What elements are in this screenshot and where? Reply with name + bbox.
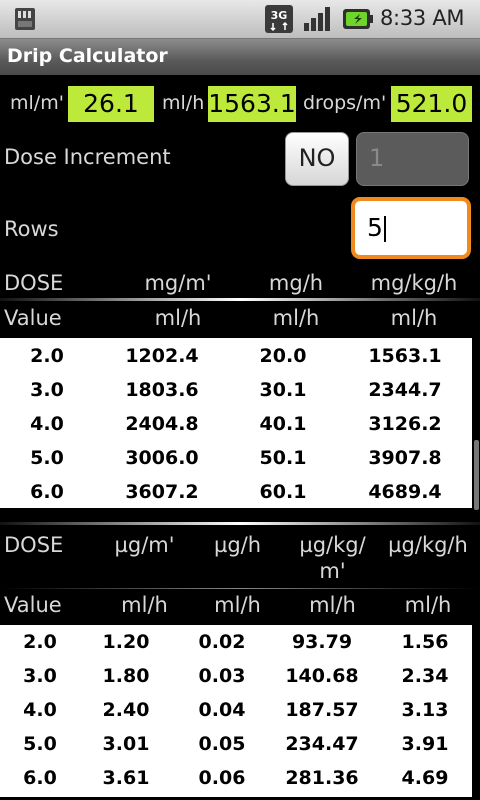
mg-subheader-value: Value <box>4 306 62 330</box>
table-cell: 1202.4 <box>125 345 199 367</box>
table-cell: 3.0 <box>23 665 57 687</box>
table-cell: 1563.1 <box>368 345 442 367</box>
table-cell: 5.0 <box>23 733 57 755</box>
mg-header-mg-per-min: mg/m' <box>144 271 212 295</box>
table-cell: 2.0 <box>30 345 64 367</box>
table-cell: 2344.7 <box>368 379 442 401</box>
table-cell: 3.61 <box>102 767 150 789</box>
table-cell: 4689.4 <box>368 481 442 503</box>
ml-per-min-value: 26.1 <box>68 86 154 122</box>
drops-per-min-value: 521.0 <box>391 86 472 122</box>
mg-header-mg-per-kg-hour: mg/kg/h <box>370 271 458 295</box>
table-cell: 40.1 <box>259 413 307 435</box>
status-time: 8:33 AM <box>380 6 465 30</box>
scrollbar[interactable] <box>474 440 479 510</box>
table-cell: 3.13 <box>401 699 449 721</box>
ug-table: 2.0 1.20 0.02 93.79 1.56 3.0 1.80 0.03 140.68 2.3… <box>0 625 472 797</box>
dose-increment-input[interactable]: 1 <box>356 132 469 186</box>
table-cell: 0.02 <box>198 631 246 653</box>
table-cell: 5.0 <box>30 447 64 469</box>
table-cell: 4.69 <box>401 767 449 789</box>
3g-icon: 3G <box>265 5 293 33</box>
mg-subheader-unit: ml/h <box>154 306 202 330</box>
table-cell: 2.34 <box>401 665 449 687</box>
table-cell: 187.57 <box>285 699 359 721</box>
table-cell: 3.91 <box>401 733 449 755</box>
table-cell: 3607.2 <box>125 481 199 503</box>
table-cell: 30.1 <box>259 379 307 401</box>
table-cell: 6.0 <box>30 481 64 503</box>
ml-per-min-label: ml/m' <box>10 92 64 114</box>
ug-header-dose: DOSE <box>4 533 64 557</box>
divider <box>0 298 480 301</box>
mg-header-dose: DOSE <box>4 271 64 295</box>
table-cell: 4.0 <box>23 699 57 721</box>
table-cell: 93.79 <box>291 631 353 653</box>
rows-input-value: 5 <box>367 213 383 242</box>
sd-card-icon <box>15 8 35 30</box>
mg-table: 2.0 1202.4 20.0 1563.1 3.0 1803.6 30.1 2344.7 4.… <box>0 338 472 508</box>
table-cell: 50.1 <box>259 447 307 469</box>
table-cell: 281.36 <box>285 767 359 789</box>
table-cell: 3126.2 <box>368 413 442 435</box>
ug-subheader-value: Value <box>4 593 62 617</box>
ug-header-ug-per-hour: µg/h <box>213 533 262 557</box>
table-cell: 2.0 <box>23 631 57 653</box>
table-cell: 0.04 <box>198 699 246 721</box>
dose-increment-label: Dose Increment <box>4 145 171 169</box>
mg-subheader-unit: ml/h <box>390 306 438 330</box>
table-cell: 3006.0 <box>125 447 199 469</box>
battery-charging-icon <box>343 9 373 29</box>
table-cell: 6.0 <box>23 767 57 789</box>
table-cell: 140.68 <box>285 665 359 687</box>
table-cell: 1803.6 <box>125 379 199 401</box>
title-bar: Drip Calculator <box>0 39 480 75</box>
table-cell: 1.80 <box>102 665 150 687</box>
signal-icon <box>304 7 330 31</box>
app-title: Drip Calculator <box>7 45 168 67</box>
drops-per-min-label: drops/m' <box>303 92 387 114</box>
table-cell: 1.20 <box>102 631 150 653</box>
divider <box>0 522 480 525</box>
ug-subheader-unit: ml/h <box>404 593 452 617</box>
table-cell: 0.06 <box>198 767 246 789</box>
network-label: 3G <box>271 9 288 22</box>
ug-header-ug-per-kg-hour: µg/kg/h <box>388 533 468 557</box>
table-cell: 2.40 <box>102 699 150 721</box>
divider <box>0 588 480 589</box>
table-cell: 3.01 <box>102 733 150 755</box>
dose-increment-toggle-button[interactable]: NO <box>285 132 349 186</box>
ug-header-ug-per-min: µg/m' <box>114 533 175 557</box>
rows-input[interactable]: 5 <box>351 197 471 259</box>
table-cell: 20.0 <box>259 345 307 367</box>
ug-header-ug-per-kg-min-line2: m' <box>319 559 346 583</box>
ml-per-hour-value: 1563.1 <box>208 86 296 122</box>
table-cell: 234.47 <box>285 733 359 755</box>
table-cell: 3.0 <box>30 379 64 401</box>
ml-per-hour-label: ml/h <box>162 92 205 114</box>
status-bar: 3G 8:33 AM <box>0 0 480 39</box>
rows-label: Rows <box>4 217 59 241</box>
table-cell: 60.1 <box>259 481 307 503</box>
text-cursor <box>383 216 386 242</box>
ug-subheader-unit: ml/h <box>214 593 261 617</box>
table-cell: 4.0 <box>30 413 64 435</box>
table-cell: 0.03 <box>198 665 246 687</box>
table-cell: 0.05 <box>198 733 246 755</box>
table-cell: 1.56 <box>401 631 449 653</box>
ug-subheader-unit: ml/h <box>309 593 356 617</box>
mg-header-mg-per-hour: mg/h <box>268 271 324 295</box>
mg-subheader-unit: ml/h <box>272 306 320 330</box>
ug-subheader-unit: ml/h <box>121 593 168 617</box>
ug-header-ug-per-kg-min-line1: µg/kg/ <box>299 533 366 557</box>
table-cell: 3907.8 <box>368 447 442 469</box>
table-cell: 2404.8 <box>125 413 199 435</box>
